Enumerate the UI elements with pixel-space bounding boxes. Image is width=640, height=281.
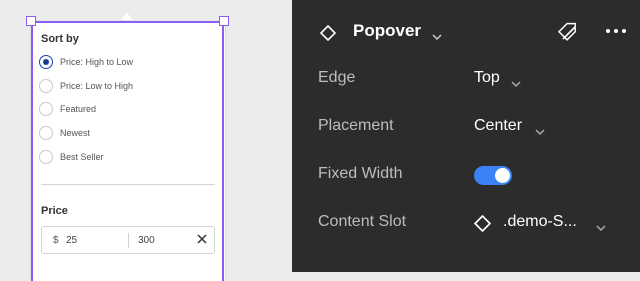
diamond-icon [473, 214, 492, 237]
fixed-width-toggle[interactable] [474, 166, 512, 185]
chevron-down-icon[interactable] [535, 123, 545, 141]
radio-button[interactable] [39, 150, 53, 164]
price-range-input[interactable]: $ 25 300 [41, 226, 215, 254]
inspector-panel [292, 0, 640, 272]
price-separator [128, 233, 129, 248]
price-max-field[interactable]: 300 [138, 235, 155, 246]
sort-option-best-seller[interactable]: Best Seller [39, 148, 104, 166]
placement-select[interactable]: Center [474, 117, 522, 135]
sort-option-label: Featured [60, 104, 97, 114]
price-title: Price [41, 205, 68, 217]
radio-button[interactable] [39, 102, 53, 116]
section-divider [41, 184, 215, 185]
radio-button[interactable] [39, 126, 53, 140]
resize-handle-top-right[interactable] [219, 16, 229, 26]
sort-option-featured[interactable]: Featured [39, 100, 96, 118]
chevron-down-icon[interactable] [511, 75, 521, 93]
sort-by-title: Sort by [41, 33, 79, 45]
prop-label-placement: Placement [318, 117, 394, 134]
price-min-field[interactable]: 25 [66, 235, 77, 246]
content-slot-select[interactable]: .demo-S... [503, 213, 577, 231]
resize-handle-top-left[interactable] [26, 16, 36, 26]
component-name[interactable]: Popover [353, 21, 421, 41]
toggle-knob [495, 168, 510, 183]
edge-select[interactable]: Top [474, 69, 500, 87]
prop-label-edge: Edge [318, 69, 356, 86]
detach-instance-icon[interactable] [557, 21, 580, 48]
radio-button[interactable] [39, 79, 53, 93]
sort-option-label: Price: High to Low [60, 57, 134, 67]
prop-label-fixed-width: Fixed Width [318, 165, 403, 182]
sort-option-price-high-low[interactable]: Price: High to Low [39, 53, 133, 71]
sort-option-price-low-high[interactable]: Price: Low to High [39, 77, 133, 95]
prop-label-content-slot: Content Slot [318, 213, 407, 230]
sort-option-label: Price: Low to High [60, 81, 134, 91]
popover-arrow [121, 13, 133, 20]
sort-option-label: Newest [60, 128, 91, 138]
sort-option-newest[interactable]: Newest [39, 124, 90, 142]
more-icon[interactable] [606, 29, 626, 33]
sort-option-label: Best Seller [60, 152, 104, 162]
diamond-icon [319, 24, 337, 46]
chevron-down-icon[interactable] [596, 219, 606, 237]
radio-button[interactable] [39, 55, 53, 69]
chevron-down-icon[interactable] [432, 28, 442, 46]
clear-icon[interactable] [195, 232, 209, 246]
currency-symbol: $ [53, 235, 59, 246]
